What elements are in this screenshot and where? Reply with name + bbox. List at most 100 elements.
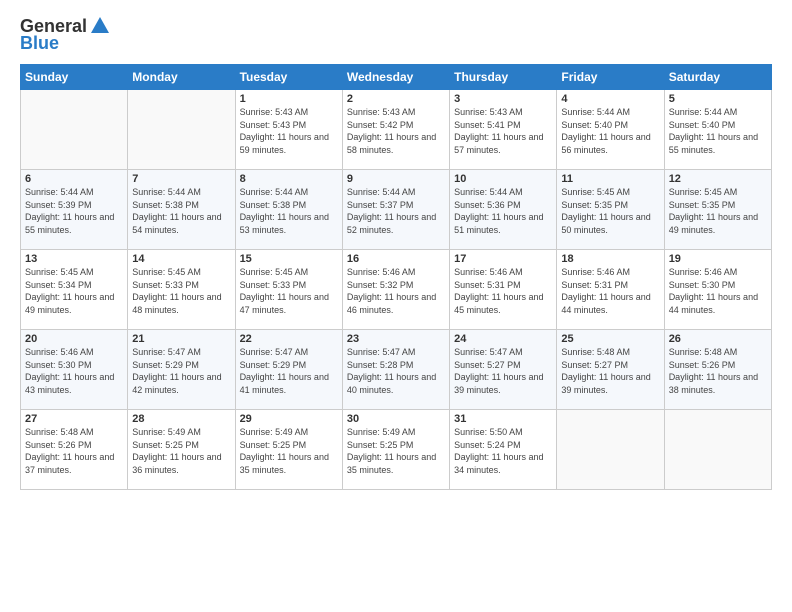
day-number: 27	[25, 413, 123, 425]
day-cell: 26Sunrise: 5:48 AM Sunset: 5:26 PM Dayli…	[664, 330, 771, 410]
day-info: Sunrise: 5:46 AM Sunset: 5:30 PM Dayligh…	[25, 346, 123, 396]
day-number: 3	[454, 93, 552, 105]
day-info: Sunrise: 5:43 AM Sunset: 5:42 PM Dayligh…	[347, 106, 445, 156]
day-number: 1	[240, 93, 338, 105]
day-cell: 31Sunrise: 5:50 AM Sunset: 5:24 PM Dayli…	[450, 410, 557, 490]
day-number: 16	[347, 253, 445, 265]
day-number: 28	[132, 413, 230, 425]
day-info: Sunrise: 5:47 AM Sunset: 5:29 PM Dayligh…	[240, 346, 338, 396]
week-row-1: 1Sunrise: 5:43 AM Sunset: 5:43 PM Daylig…	[21, 90, 772, 170]
day-number: 9	[347, 173, 445, 185]
day-info: Sunrise: 5:45 AM Sunset: 5:35 PM Dayligh…	[561, 186, 659, 236]
day-cell: 6Sunrise: 5:44 AM Sunset: 5:39 PM Daylig…	[21, 170, 128, 250]
day-number: 23	[347, 333, 445, 345]
week-row-3: 13Sunrise: 5:45 AM Sunset: 5:34 PM Dayli…	[21, 250, 772, 330]
day-info: Sunrise: 5:50 AM Sunset: 5:24 PM Dayligh…	[454, 426, 552, 476]
day-cell: 1Sunrise: 5:43 AM Sunset: 5:43 PM Daylig…	[235, 90, 342, 170]
day-cell: 19Sunrise: 5:46 AM Sunset: 5:30 PM Dayli…	[664, 250, 771, 330]
col-header-sunday: Sunday	[21, 65, 128, 90]
day-info: Sunrise: 5:47 AM Sunset: 5:28 PM Dayligh…	[347, 346, 445, 396]
day-cell	[664, 410, 771, 490]
day-cell: 13Sunrise: 5:45 AM Sunset: 5:34 PM Dayli…	[21, 250, 128, 330]
day-number: 31	[454, 413, 552, 425]
day-number: 2	[347, 93, 445, 105]
day-number: 24	[454, 333, 552, 345]
day-cell: 12Sunrise: 5:45 AM Sunset: 5:35 PM Dayli…	[664, 170, 771, 250]
day-info: Sunrise: 5:49 AM Sunset: 5:25 PM Dayligh…	[132, 426, 230, 476]
day-cell: 2Sunrise: 5:43 AM Sunset: 5:42 PM Daylig…	[342, 90, 449, 170]
logo-blue: Blue	[20, 33, 59, 54]
day-info: Sunrise: 5:44 AM Sunset: 5:39 PM Dayligh…	[25, 186, 123, 236]
day-cell: 3Sunrise: 5:43 AM Sunset: 5:41 PM Daylig…	[450, 90, 557, 170]
day-cell	[21, 90, 128, 170]
day-number: 26	[669, 333, 767, 345]
day-cell: 25Sunrise: 5:48 AM Sunset: 5:27 PM Dayli…	[557, 330, 664, 410]
day-info: Sunrise: 5:43 AM Sunset: 5:43 PM Dayligh…	[240, 106, 338, 156]
day-cell: 29Sunrise: 5:49 AM Sunset: 5:25 PM Dayli…	[235, 410, 342, 490]
day-info: Sunrise: 5:46 AM Sunset: 5:31 PM Dayligh…	[454, 266, 552, 316]
day-number: 4	[561, 93, 659, 105]
day-cell	[557, 410, 664, 490]
day-number: 20	[25, 333, 123, 345]
day-info: Sunrise: 5:47 AM Sunset: 5:29 PM Dayligh…	[132, 346, 230, 396]
day-number: 5	[669, 93, 767, 105]
week-row-5: 27Sunrise: 5:48 AM Sunset: 5:26 PM Dayli…	[21, 410, 772, 490]
day-cell: 5Sunrise: 5:44 AM Sunset: 5:40 PM Daylig…	[664, 90, 771, 170]
day-cell: 14Sunrise: 5:45 AM Sunset: 5:33 PM Dayli…	[128, 250, 235, 330]
day-number: 12	[669, 173, 767, 185]
logo-icon	[89, 15, 111, 37]
day-number: 29	[240, 413, 338, 425]
calendar-table: SundayMondayTuesdayWednesdayThursdayFrid…	[20, 64, 772, 490]
day-info: Sunrise: 5:45 AM Sunset: 5:35 PM Dayligh…	[669, 186, 767, 236]
day-info: Sunrise: 5:45 AM Sunset: 5:34 PM Dayligh…	[25, 266, 123, 316]
day-number: 25	[561, 333, 659, 345]
day-info: Sunrise: 5:44 AM Sunset: 5:38 PM Dayligh…	[240, 186, 338, 236]
day-number: 30	[347, 413, 445, 425]
day-cell: 11Sunrise: 5:45 AM Sunset: 5:35 PM Dayli…	[557, 170, 664, 250]
day-number: 18	[561, 253, 659, 265]
day-info: Sunrise: 5:47 AM Sunset: 5:27 PM Dayligh…	[454, 346, 552, 396]
day-cell: 4Sunrise: 5:44 AM Sunset: 5:40 PM Daylig…	[557, 90, 664, 170]
day-cell: 9Sunrise: 5:44 AM Sunset: 5:37 PM Daylig…	[342, 170, 449, 250]
day-info: Sunrise: 5:46 AM Sunset: 5:31 PM Dayligh…	[561, 266, 659, 316]
day-number: 8	[240, 173, 338, 185]
header: General Blue	[20, 15, 772, 54]
page-container: General Blue SundayMondayTuesdayWednesda…	[0, 0, 792, 612]
col-header-friday: Friday	[557, 65, 664, 90]
col-header-wednesday: Wednesday	[342, 65, 449, 90]
day-info: Sunrise: 5:48 AM Sunset: 5:27 PM Dayligh…	[561, 346, 659, 396]
day-cell: 28Sunrise: 5:49 AM Sunset: 5:25 PM Dayli…	[128, 410, 235, 490]
day-number: 21	[132, 333, 230, 345]
col-header-saturday: Saturday	[664, 65, 771, 90]
day-cell: 23Sunrise: 5:47 AM Sunset: 5:28 PM Dayli…	[342, 330, 449, 410]
week-row-2: 6Sunrise: 5:44 AM Sunset: 5:39 PM Daylig…	[21, 170, 772, 250]
day-info: Sunrise: 5:46 AM Sunset: 5:30 PM Dayligh…	[669, 266, 767, 316]
day-info: Sunrise: 5:48 AM Sunset: 5:26 PM Dayligh…	[25, 426, 123, 476]
day-cell: 7Sunrise: 5:44 AM Sunset: 5:38 PM Daylig…	[128, 170, 235, 250]
day-info: Sunrise: 5:43 AM Sunset: 5:41 PM Dayligh…	[454, 106, 552, 156]
day-number: 14	[132, 253, 230, 265]
day-cell: 10Sunrise: 5:44 AM Sunset: 5:36 PM Dayli…	[450, 170, 557, 250]
col-header-monday: Monday	[128, 65, 235, 90]
day-info: Sunrise: 5:44 AM Sunset: 5:37 PM Dayligh…	[347, 186, 445, 236]
day-info: Sunrise: 5:45 AM Sunset: 5:33 PM Dayligh…	[132, 266, 230, 316]
day-number: 13	[25, 253, 123, 265]
day-cell: 20Sunrise: 5:46 AM Sunset: 5:30 PM Dayli…	[21, 330, 128, 410]
day-cell: 27Sunrise: 5:48 AM Sunset: 5:26 PM Dayli…	[21, 410, 128, 490]
day-info: Sunrise: 5:45 AM Sunset: 5:33 PM Dayligh…	[240, 266, 338, 316]
day-number: 15	[240, 253, 338, 265]
day-number: 19	[669, 253, 767, 265]
day-cell: 21Sunrise: 5:47 AM Sunset: 5:29 PM Dayli…	[128, 330, 235, 410]
day-info: Sunrise: 5:44 AM Sunset: 5:36 PM Dayligh…	[454, 186, 552, 236]
day-number: 7	[132, 173, 230, 185]
day-cell: 18Sunrise: 5:46 AM Sunset: 5:31 PM Dayli…	[557, 250, 664, 330]
day-info: Sunrise: 5:46 AM Sunset: 5:32 PM Dayligh…	[347, 266, 445, 316]
day-cell: 8Sunrise: 5:44 AM Sunset: 5:38 PM Daylig…	[235, 170, 342, 250]
day-cell: 30Sunrise: 5:49 AM Sunset: 5:25 PM Dayli…	[342, 410, 449, 490]
day-cell: 16Sunrise: 5:46 AM Sunset: 5:32 PM Dayli…	[342, 250, 449, 330]
day-cell: 24Sunrise: 5:47 AM Sunset: 5:27 PM Dayli…	[450, 330, 557, 410]
day-number: 22	[240, 333, 338, 345]
day-cell: 17Sunrise: 5:46 AM Sunset: 5:31 PM Dayli…	[450, 250, 557, 330]
day-number: 10	[454, 173, 552, 185]
header-row: SundayMondayTuesdayWednesdayThursdayFrid…	[21, 65, 772, 90]
